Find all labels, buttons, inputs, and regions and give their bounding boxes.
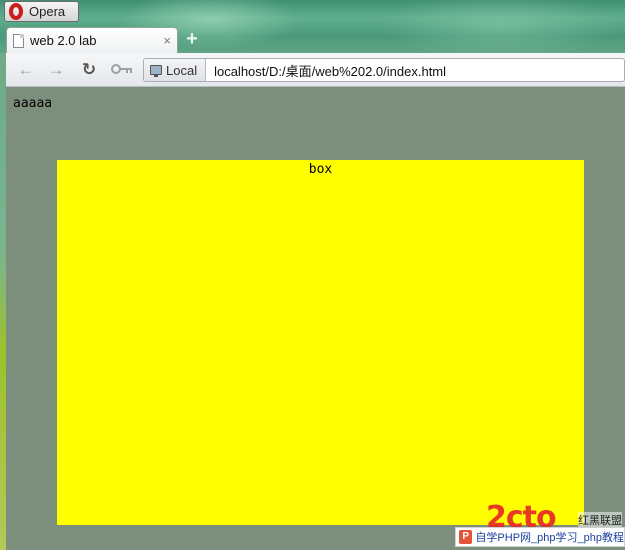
reload-icon[interactable]: ↻ bbox=[79, 60, 99, 80]
page-icon bbox=[13, 33, 24, 48]
tab-web-lab[interactable]: web 2.0 lab × bbox=[6, 27, 178, 53]
watermark-bar: P 自学PHP网_php学习_php教程 bbox=[455, 527, 625, 547]
opera-menu-button[interactable]: Opera bbox=[4, 1, 79, 22]
monitor-icon bbox=[150, 65, 162, 77]
php-logo-icon: P bbox=[459, 530, 473, 544]
url-field[interactable]: localhost/D:/桌面/web%202.0/index.html bbox=[206, 61, 446, 80]
watermark-side-text: 红黑联盟 bbox=[578, 512, 622, 528]
titlebar-glow bbox=[380, 0, 620, 60]
watermark-bar-text: 自学PHP网_php学习_php教程 bbox=[475, 532, 624, 544]
local-badge-label: Local bbox=[166, 62, 198, 78]
opera-menu-label: Opera bbox=[29, 4, 66, 19]
box-label: box bbox=[308, 162, 333, 177]
local-badge[interactable]: Local bbox=[144, 59, 207, 81]
opera-logo-icon bbox=[9, 3, 23, 20]
tab-close-icon[interactable]: × bbox=[163, 33, 171, 48]
navigation-toolbar: ← → ↻ Local localhost/D:/桌面/web%202.0/in… bbox=[6, 53, 625, 87]
key-shape bbox=[111, 64, 132, 74]
new-tab-button[interactable]: + bbox=[183, 29, 201, 49]
page-body-text: aaaaa bbox=[13, 96, 53, 111]
tab-title: web 2.0 lab bbox=[30, 33, 97, 48]
back-arrow-icon[interactable]: ← bbox=[16, 60, 36, 80]
forward-arrow-icon[interactable]: → bbox=[46, 60, 66, 80]
key-icon[interactable] bbox=[110, 60, 134, 80]
address-bar[interactable]: Local localhost/D:/桌面/web%202.0/index.ht… bbox=[143, 58, 625, 82]
yellow-box: box bbox=[57, 160, 584, 525]
page-viewport: aaaaa box bbox=[6, 88, 625, 550]
